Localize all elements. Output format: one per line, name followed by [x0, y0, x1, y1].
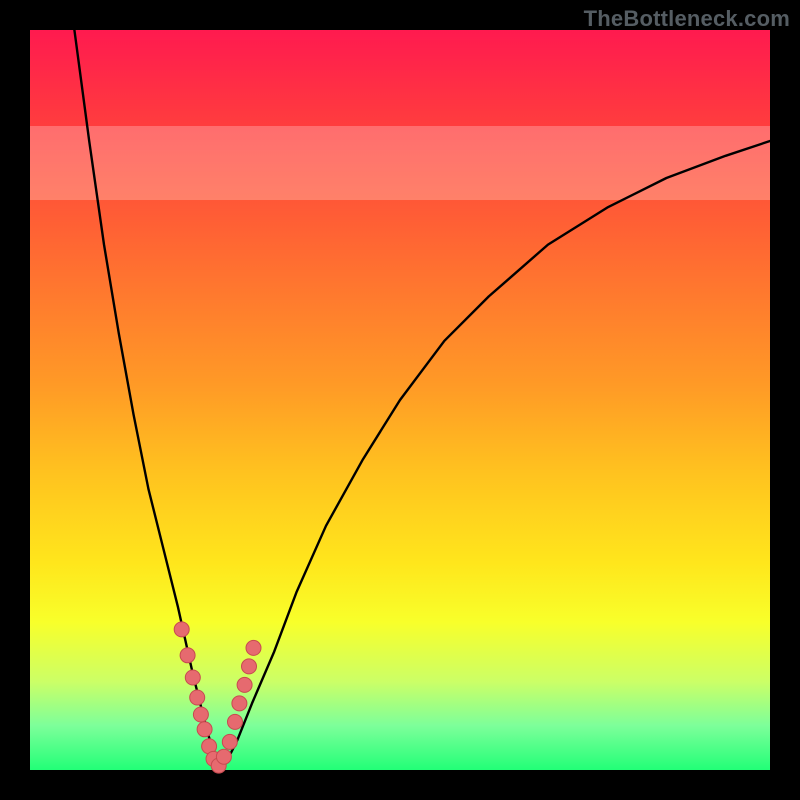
data-marker — [193, 707, 208, 722]
data-marker — [246, 640, 261, 655]
data-marker — [232, 696, 247, 711]
data-marker — [222, 734, 237, 749]
data-marker — [174, 622, 189, 637]
data-marker — [216, 749, 231, 764]
watermark-text: TheBottleneck.com — [584, 6, 790, 32]
data-marker — [185, 670, 200, 685]
bottleneck-curve — [74, 30, 770, 770]
data-marker — [190, 690, 205, 705]
data-marker — [237, 677, 252, 692]
plot-area — [30, 30, 770, 770]
data-marker — [180, 648, 195, 663]
chart-frame: TheBottleneck.com — [0, 0, 800, 800]
chart-svg — [30, 30, 770, 770]
data-marker — [197, 722, 212, 737]
data-marker — [228, 714, 243, 729]
data-marker — [242, 659, 257, 674]
